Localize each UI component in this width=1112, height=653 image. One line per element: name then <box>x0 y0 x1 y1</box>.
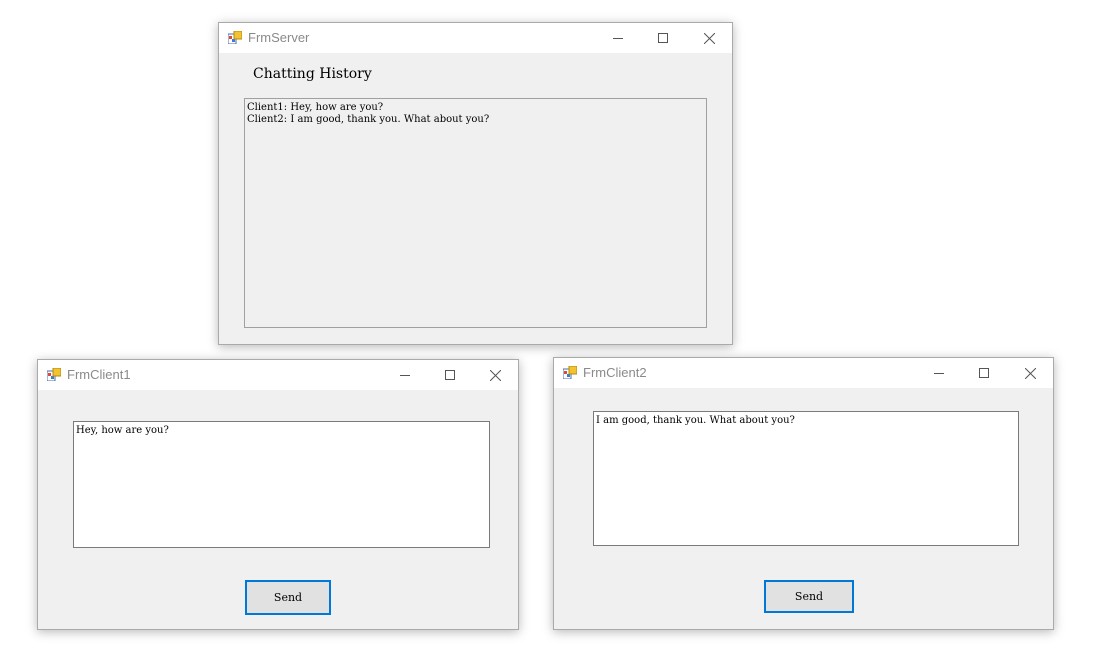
close-button[interactable] <box>1007 358 1053 388</box>
title-bar[interactable]: FrmServer <box>219 23 732 53</box>
maximize-icon <box>445 370 455 380</box>
close-button[interactable] <box>686 23 732 53</box>
window-title: FrmClient1 <box>67 367 131 382</box>
frm-client2-window: FrmClient2 I am good, thank you. What ab… <box>553 357 1054 630</box>
title-bar[interactable]: FrmClient2 <box>554 358 1053 388</box>
window-title: FrmClient2 <box>583 365 647 380</box>
message-text: I am good, thank you. What about you? <box>596 415 795 426</box>
minimize-icon <box>613 38 623 39</box>
send-button[interactable]: Send <box>764 580 854 613</box>
maximize-icon <box>979 368 989 378</box>
history-line: Client1: Hey, how are you? <box>247 102 384 113</box>
frm-server-window: FrmServer Chatting History Client1: Hey,… <box>218 22 733 345</box>
close-icon <box>1024 367 1036 379</box>
close-button[interactable] <box>472 360 518 390</box>
minimize-button[interactable] <box>595 23 641 53</box>
message-input[interactable]: I am good, thank you. What about you? <box>593 411 1019 546</box>
maximize-icon <box>658 33 668 43</box>
title-bar[interactable]: FrmClient1 <box>38 360 518 390</box>
close-icon <box>489 369 501 381</box>
maximize-button[interactable] <box>640 23 686 53</box>
minimize-icon <box>934 373 944 374</box>
maximize-button[interactable] <box>961 358 1007 388</box>
minimize-button[interactable] <box>382 360 428 390</box>
minimize-button[interactable] <box>916 358 962 388</box>
minimize-icon <box>400 375 410 376</box>
close-icon <box>703 32 715 44</box>
maximize-button[interactable] <box>427 360 473 390</box>
winforms-app-icon <box>563 366 577 379</box>
chat-history-box[interactable]: Client1: Hey, how are you? Client2: I am… <box>244 98 707 328</box>
frm-client1-window: FrmClient1 Hey, how are you? Send <box>37 359 519 630</box>
send-button[interactable]: Send <box>245 580 331 615</box>
winforms-app-icon <box>47 368 61 381</box>
message-input[interactable]: Hey, how are you? <box>73 421 490 548</box>
history-line: Client2: I am good, thank you. What abou… <box>247 114 490 125</box>
message-text: Hey, how are you? <box>76 425 169 436</box>
winforms-app-icon <box>228 31 242 44</box>
chat-history-heading: Chatting History <box>253 66 372 82</box>
window-title: FrmServer <box>248 30 310 45</box>
